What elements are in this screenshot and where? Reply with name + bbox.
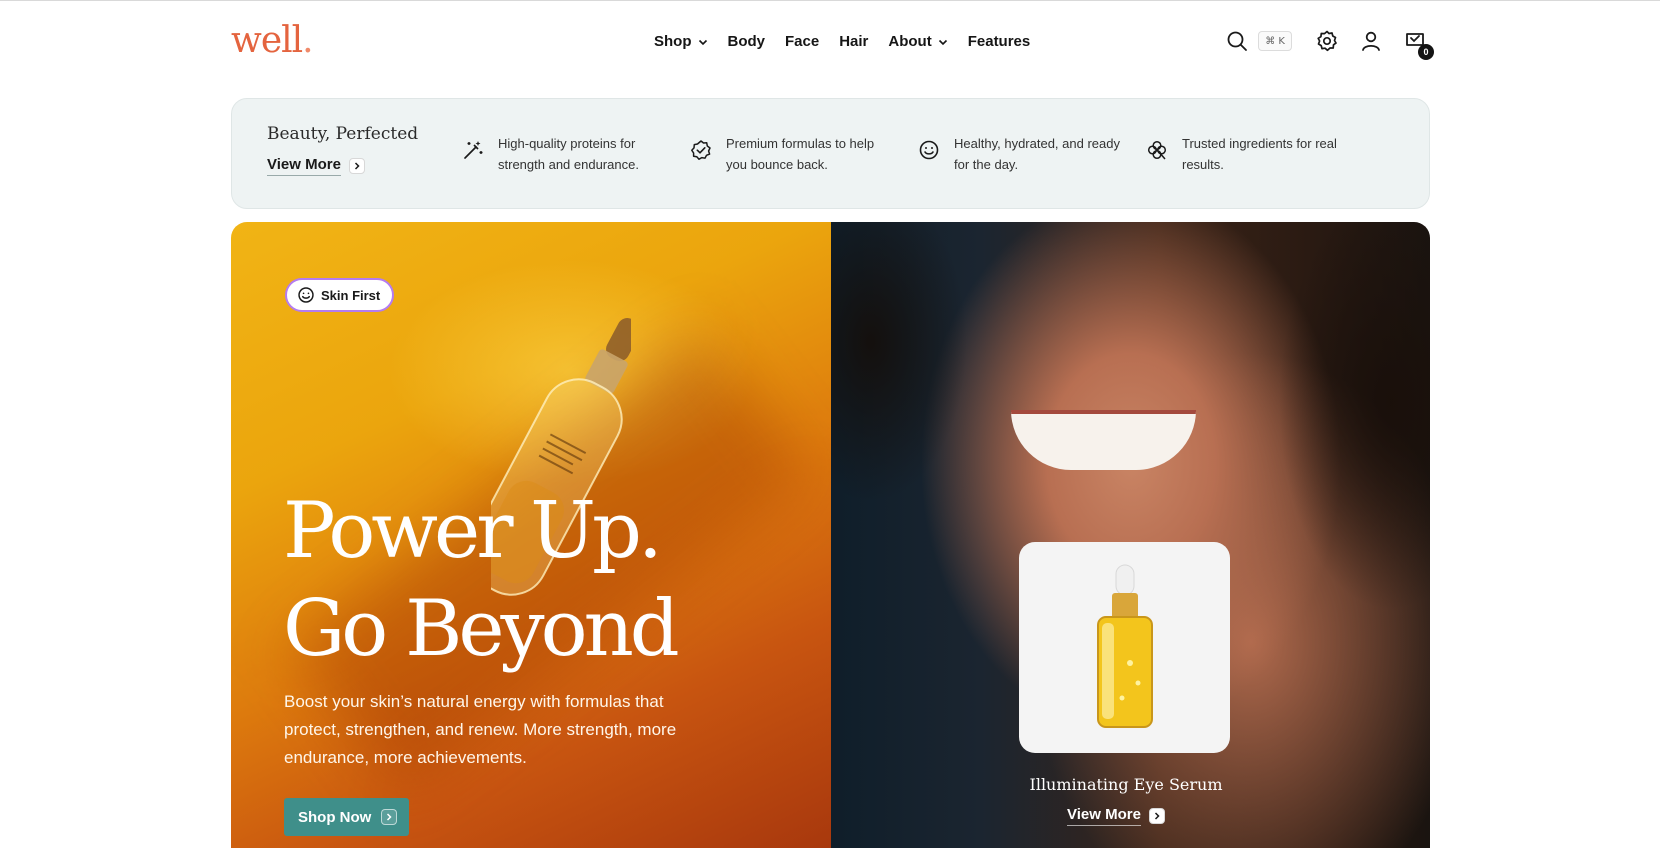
headline-line-2: Go Beyond [283, 584, 680, 674]
model-photo [831, 222, 1430, 848]
nav-label: Body [727, 33, 766, 50]
feature-text: Healthy, hydrated, and ready for the day… [954, 136, 1120, 172]
nav-label: Shop [654, 33, 692, 50]
feature-item: High-quality proteins for strength and e… [462, 133, 668, 175]
product-name: Illuminating Eye Serum [1029, 775, 1223, 794]
chevron-right-icon [1148, 808, 1165, 824]
cart-count-badge: 0 [1418, 44, 1434, 60]
feature-item: Trusted ingredients for real results. [1146, 133, 1352, 175]
product-view-more-link[interactable]: View More [1067, 806, 1165, 826]
product-card[interactable] [1019, 542, 1230, 753]
main-nav: Shop Body Face Hair About Features [654, 33, 1030, 50]
nav-item-about[interactable]: About [888, 33, 947, 50]
clover-icon [1147, 140, 1167, 160]
feature-strip: Beauty, Perfected View More High-quality… [231, 98, 1430, 209]
nav-item-body[interactable]: Body [728, 33, 766, 50]
nav-item-shop[interactable]: Shop [654, 33, 708, 50]
hero-headline: Power Up. Go Beyond [283, 482, 680, 678]
feature-text: High-quality proteins for strength and e… [498, 136, 639, 172]
account-button[interactable] [1356, 26, 1386, 56]
shop-now-button[interactable]: Shop Now [284, 798, 410, 836]
feature-item: Premium formulas to help you bounce back… [690, 133, 896, 175]
feature-text: Trusted ingredients for real results. [1182, 136, 1337, 172]
skin-first-badge: Skin First [285, 278, 395, 312]
smile-icon [298, 287, 314, 303]
header-tools: ⌘ K 0 [1222, 26, 1434, 60]
user-icon [1362, 31, 1380, 51]
chevron-down-icon [938, 39, 947, 45]
badge-check-icon [691, 140, 711, 160]
hero-right-panel: Illuminating Eye Serum View More [831, 222, 1430, 848]
gear-icon [1317, 30, 1337, 52]
brand-logo[interactable]: well. [231, 20, 314, 61]
nav-label: Hair [839, 33, 869, 50]
logo-dot: . [302, 20, 313, 61]
nav-item-hair[interactable]: Hair [839, 33, 868, 50]
chevron-right-icon [381, 809, 398, 825]
view-more-label: View More [267, 156, 341, 176]
hero-left-panel: Skin First Power Up. Go Beyond Boost you… [231, 222, 831, 848]
feature-title: Beauty, Perfected [267, 124, 419, 144]
feature-view-more-link[interactable]: View More [267, 156, 418, 176]
hero-section: Skin First Power Up. Go Beyond Boost you… [231, 222, 1430, 848]
view-more-label: View More [1067, 806, 1141, 826]
headline-line-1: Power Up. [283, 486, 663, 576]
shop-now-label: Shop Now [298, 808, 372, 826]
nav-item-face[interactable]: Face [785, 33, 819, 50]
feature-text: Premium formulas to help you bounce back… [726, 136, 875, 172]
feature-item: Healthy, hydrated, and ready for the day… [918, 133, 1124, 175]
nav-item-features[interactable]: Features [968, 33, 1031, 50]
badge-label: Skin First [321, 287, 381, 303]
eye-serum-bottle-image [1096, 564, 1153, 728]
hero-subtext: Boost your skin’s natural energy with fo… [284, 692, 677, 767]
smile-icon [919, 140, 939, 160]
feature-intro: Beauty, Perfected View More [267, 124, 418, 176]
search-icon [1227, 31, 1248, 51]
magic-wand-icon [464, 141, 483, 159]
search-button[interactable] [1222, 26, 1252, 56]
chevron-down-icon [698, 39, 707, 45]
nav-label: About [888, 33, 932, 50]
logo-text: well [231, 20, 303, 61]
nav-label: Features [967, 33, 1031, 50]
cart-button[interactable]: 0 [1400, 26, 1434, 60]
nav-label: Face [785, 33, 820, 50]
top-divider [0, 0, 1660, 1]
settings-button[interactable] [1312, 26, 1342, 56]
site-header: well. Shop Body Face Hair About Features… [231, 18, 1434, 66]
chevron-right-icon [348, 158, 365, 174]
search-shortcut-hint: ⌘ K [1258, 31, 1292, 51]
